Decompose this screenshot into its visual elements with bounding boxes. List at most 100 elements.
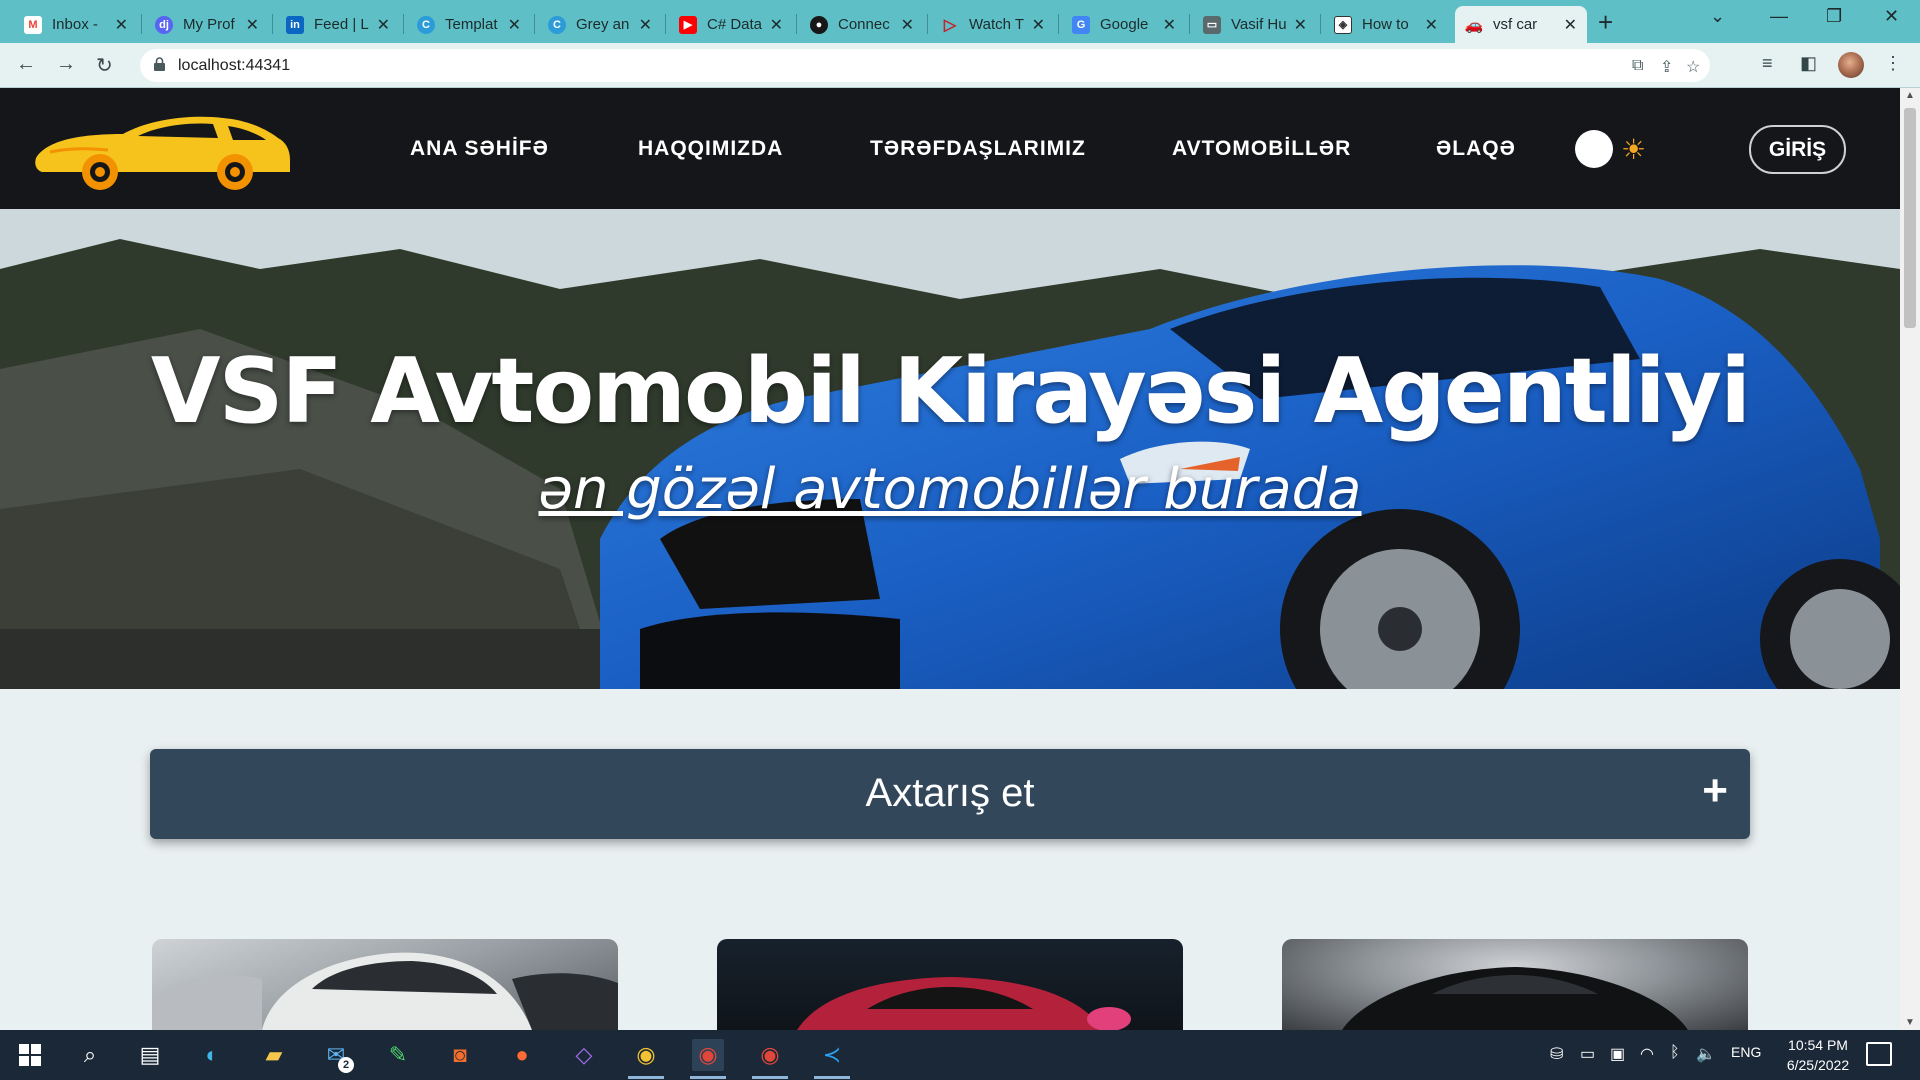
monitor-icon: ▭ — [1203, 15, 1221, 34]
forward-icon[interactable]: → — [56, 53, 76, 76]
visual-studio-icon[interactable]: ◇ — [568, 1039, 600, 1071]
clock-date: 6/25/2022 — [1786, 1057, 1850, 1073]
camera-app-icon[interactable]: ◙ — [444, 1039, 476, 1071]
close-tab-icon[interactable]: ✕ — [901, 15, 914, 35]
cube-icon: ◈ — [1334, 15, 1352, 34]
car-card-image[interactable] — [1282, 939, 1748, 1030]
url-text[interactable]: localhost:44341 — [178, 57, 290, 75]
car-photo — [1342, 967, 1688, 1030]
browser-tab-strip: M Inbox - ✕ dj My Prof ✕ in Feed | L ✕ C… — [0, 0, 1920, 43]
sticky-app-icon[interactable]: ✎ — [382, 1039, 414, 1071]
nav-partners[interactable]: TƏRƏFDAŞLARIMIZ — [870, 137, 1086, 161]
close-tab-icon[interactable]: ✕ — [1564, 15, 1577, 35]
minimize-icon[interactable]: — — [1770, 6, 1788, 27]
side-panel-icon[interactable]: ◧ — [1800, 53, 1817, 74]
address-bar[interactable]: localhost:44341 ⧉ ⇪ ☆ — [140, 49, 1710, 82]
translate-icon[interactable]: ⧉ — [1632, 57, 1643, 75]
tab-my-profile[interactable]: dj My Prof ✕ — [145, 6, 269, 43]
file-explorer-icon[interactable]: ▰ — [258, 1039, 290, 1071]
chrome-icon[interactable]: ◉ — [692, 1039, 724, 1071]
profile-avatar[interactable] — [1838, 52, 1864, 78]
chrome-icon[interactable]: ◉ — [630, 1039, 662, 1071]
close-tab-icon[interactable]: ✕ — [377, 15, 390, 35]
tab-github-connect[interactable]: ● Connec ✕ — [800, 6, 924, 43]
browser-toolbar: ← → ↻ localhost:44341 ⧉ ⇪ ☆ ≡ ◧ ⋮ — [0, 43, 1920, 88]
reading-list-icon[interactable]: ≡ — [1762, 53, 1773, 74]
close-window-icon[interactable]: ✕ — [1884, 6, 1899, 27]
search-title: Axtarış et — [865, 771, 1035, 815]
windows-start-icon[interactable] — [14, 1039, 46, 1071]
hero-subtitle[interactable]: ən gözəl avtomobillər burada — [0, 457, 1900, 522]
share-icon[interactable]: ⇪ — [1660, 57, 1673, 77]
tab-watch[interactable]: ▷ Watch T ✕ — [931, 6, 1055, 43]
tab-how-to[interactable]: ◈ How to ✕ — [1324, 6, 1448, 43]
close-tab-icon[interactable]: ✕ — [770, 15, 783, 35]
tab-grey[interactable]: C Grey an ✕ — [538, 6, 662, 43]
edge-icon[interactable]: ◐ — [196, 1039, 228, 1071]
nav-cars[interactable]: AVTOMOBİLLƏR — [1172, 137, 1351, 161]
login-button[interactable]: GİRİŞ — [1749, 125, 1846, 174]
task-view-icon[interactable]: ▤ — [134, 1039, 166, 1071]
menu-kebab-icon[interactable]: ⋮ — [1884, 53, 1902, 74]
close-tab-icon[interactable]: ✕ — [246, 15, 259, 35]
mail-icon[interactable]: ✉ 2 — [320, 1039, 354, 1073]
scroll-down-icon[interactable]: ▼ — [1905, 1017, 1915, 1028]
car-logo-icon[interactable] — [28, 108, 298, 193]
search-icon[interactable]: ⌕ — [74, 1039, 106, 1071]
sun-icon: ☀ — [1621, 134, 1647, 165]
volume-icon[interactable]: 🔈 — [1696, 1044, 1716, 1064]
windows-taskbar: ⌕ ▤ ◐ ▰ ✉ 2 ✎ ◙ ● ◇ ◉ ◉ ◉ ≺ ⛁ ▭ ▣ ◠ ᛒ 🔈 E… — [0, 1030, 1920, 1080]
theme-toggle[interactable]: ☀ — [1573, 129, 1653, 169]
car-card-image[interactable] — [152, 939, 618, 1030]
tab-title: My Prof — [183, 16, 235, 33]
system-clock[interactable]: 10:54 PM 6/25/2022 — [1770, 1035, 1866, 1075]
nav-home[interactable]: ANA SƏHİFƏ — [410, 137, 549, 161]
bluetooth-icon[interactable]: ᛒ — [1670, 1044, 1680, 1062]
close-tab-icon[interactable]: ✕ — [1425, 15, 1438, 35]
page-scrollbar[interactable]: ▲ ▼ — [1900, 88, 1920, 1030]
close-tab-icon[interactable]: ✕ — [1294, 15, 1307, 35]
car-card-image[interactable] — [717, 939, 1183, 1030]
car-photo — [797, 977, 1131, 1030]
close-tab-icon[interactable]: ✕ — [508, 15, 521, 35]
car-icon: 🚗 — [1464, 16, 1484, 34]
tab-template[interactable]: C Templat ✕ — [407, 6, 531, 43]
close-tab-icon[interactable]: ✕ — [639, 15, 652, 35]
wifi-icon[interactable]: ◠ — [1640, 1044, 1654, 1064]
tab-search-icon[interactable]: ⌄ — [1710, 6, 1725, 27]
nav-about[interactable]: HAQQIMIZDA — [638, 137, 783, 161]
plus-icon[interactable]: + — [1702, 766, 1728, 816]
meet-now-icon[interactable]: ▣ — [1610, 1044, 1625, 1064]
tab-vsf-car[interactable]: 🚗 vsf car ✕ — [1455, 6, 1587, 43]
close-tab-icon[interactable]: ✕ — [1163, 15, 1176, 35]
play-icon: ▷ — [943, 16, 957, 34]
nav-contact[interactable]: ƏLAQƏ — [1436, 137, 1516, 161]
reload-icon[interactable]: ↻ — [96, 53, 113, 78]
tab-linkedin-feed[interactable]: in Feed | L ✕ — [276, 6, 400, 43]
new-tab-icon[interactable]: + — [1598, 7, 1613, 38]
tab-csharp-data[interactable]: ▶ C# Data ✕ — [669, 6, 793, 43]
notification-center-icon[interactable] — [1866, 1042, 1892, 1066]
scroll-up-icon[interactable]: ▲ — [1905, 90, 1915, 101]
network-drive-icon[interactable]: ⛁ — [1550, 1044, 1563, 1064]
tab-inbox[interactable]: M Inbox - ✕ — [14, 6, 138, 43]
close-tab-icon[interactable]: ✕ — [115, 15, 128, 35]
restore-icon[interactable]: ❐ — [1826, 6, 1842, 27]
battery-icon[interactable]: ▭ — [1580, 1044, 1595, 1064]
tab-title: Inbox - — [52, 16, 98, 33]
back-icon[interactable]: ← — [16, 53, 36, 76]
vscode-icon[interactable]: ≺ — [816, 1039, 848, 1071]
youtube-icon: ▶ — [679, 15, 697, 34]
language-indicator[interactable]: ENG — [1731, 1044, 1761, 1060]
scrollbar-thumb[interactable] — [1904, 108, 1916, 328]
search-accordion[interactable]: Axtarış et + — [150, 749, 1750, 839]
chrome-icon[interactable]: ◉ — [754, 1039, 786, 1071]
canva-icon: C — [548, 15, 566, 34]
postman-icon[interactable]: ● — [506, 1039, 538, 1071]
bookmark-star-icon[interactable]: ☆ — [1686, 57, 1700, 77]
tab-title: Vasif Hu — [1231, 16, 1287, 33]
tab-google-translate[interactable]: G Google ✕ — [1062, 6, 1186, 43]
lock-icon[interactable] — [154, 57, 165, 71]
close-tab-icon[interactable]: ✕ — [1032, 15, 1045, 35]
tab-vasif[interactable]: ▭ Vasif Hu ✕ — [1193, 6, 1317, 43]
